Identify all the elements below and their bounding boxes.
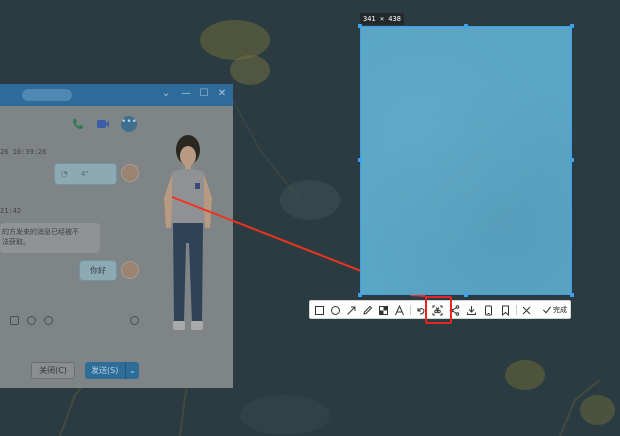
resize-handle-right[interactable] [570, 158, 574, 162]
send-button[interactable]: 发送(S) ⌄ [85, 362, 139, 379]
close-icon[interactable] [520, 303, 533, 317]
ocr-button-highlight [425, 296, 452, 324]
message-timestamp: 26 10:39:26 [0, 148, 47, 156]
send-button-label: 发送(S) [91, 366, 119, 375]
pencil-icon[interactable] [361, 303, 374, 317]
text-icon[interactable] [393, 303, 406, 317]
download-icon[interactable] [465, 303, 478, 317]
rectangle-icon[interactable] [313, 303, 326, 317]
done-button-label: 完成 [553, 306, 567, 314]
folder-icon[interactable] [10, 316, 19, 325]
selection-size-label: 341 × 438 [360, 13, 404, 25]
emoji-icon[interactable] [44, 316, 53, 325]
avatar[interactable] [121, 261, 139, 279]
contact-name-pill [22, 89, 72, 101]
mosaic-icon[interactable] [377, 303, 390, 317]
voice-call-icon[interactable] [70, 116, 86, 132]
close-window-icon[interactable]: ✕ [216, 88, 228, 100]
avatar[interactable] [121, 164, 139, 182]
pin-icon[interactable] [499, 303, 512, 317]
selection-content [361, 27, 571, 294]
selection-region[interactable] [360, 26, 572, 295]
voice-wave-icon: ◔ [61, 169, 68, 178]
resize-handle-bottom-left[interactable] [358, 293, 362, 297]
resize-handle-bottom[interactable] [464, 293, 468, 297]
voice-message-bubble[interactable]: ◔ 4" [54, 163, 117, 185]
close-button[interactable]: 关闭(C) [31, 362, 75, 379]
resize-handle-top-left[interactable] [358, 24, 362, 28]
maximize-icon[interactable]: ☐ [198, 88, 210, 100]
desktop-character-figure [164, 135, 212, 330]
outgoing-message-bubble: 你好 [79, 260, 117, 281]
video-call-icon[interactable] [95, 116, 111, 132]
resize-handle-top-right[interactable] [570, 24, 574, 28]
toolbar-divider [410, 305, 411, 315]
minimize-icon[interactable]: — [180, 88, 192, 100]
more-options-icon[interactable]: ••• [121, 116, 137, 132]
history-clock-icon[interactable] [130, 316, 139, 325]
resize-handle-left[interactable] [358, 158, 362, 162]
chevron-down-icon[interactable]: ⌄ [160, 88, 172, 100]
chevron-down-icon[interactable]: ⌄ [125, 362, 139, 379]
done-button[interactable]: 完成 [542, 302, 570, 318]
check-icon [542, 306, 552, 314]
arrow-icon[interactable] [345, 303, 358, 317]
toolbar-divider [516, 305, 517, 315]
incoming-message-text: 的方发来的消息已经被不 法获取。 [2, 228, 79, 246]
voice-input-icon[interactable] [27, 316, 36, 325]
resize-handle-bottom-right[interactable] [570, 293, 574, 297]
chat-title-bar: ⌄ — ☐ ✕ [0, 84, 233, 106]
voice-duration: 4" [81, 170, 89, 178]
resize-handle-top[interactable] [464, 24, 468, 28]
outgoing-message-text: 你好 [90, 266, 106, 275]
message-timestamp: 21:42 [0, 207, 22, 215]
ellipse-icon[interactable] [329, 303, 342, 317]
phone-icon[interactable] [482, 303, 495, 317]
